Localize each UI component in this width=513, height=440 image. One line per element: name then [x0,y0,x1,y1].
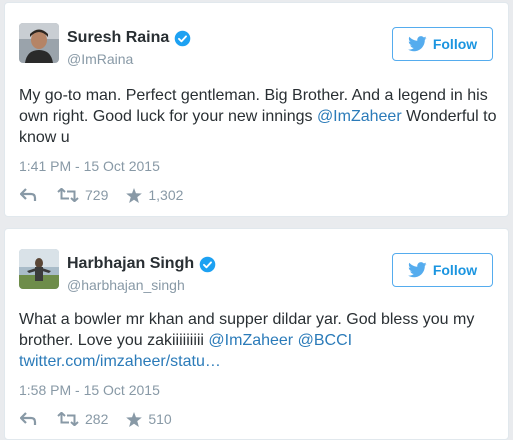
star-icon [126,187,143,203]
author-name[interactable]: Harbhajan Singh [67,255,194,273]
retweet-count: 729 [85,187,109,203]
tweet-timestamp[interactable]: 1:41 PM - 15 Oct 2015 [19,158,160,174]
mention-link[interactable]: @ImZaheer [208,332,293,349]
star-icon [126,411,143,427]
retweet-button[interactable]: 282 [57,411,108,427]
tweet-actions: 282 510 [20,411,172,427]
like-button[interactable]: 510 [126,411,172,427]
avatar[interactable] [19,249,59,289]
author-handle[interactable]: @harbhajan_singh [67,277,185,293]
follow-button[interactable]: Follow [392,253,493,287]
reply-button[interactable] [20,188,37,202]
twitter-bird-icon [407,36,427,52]
tweet-actions: 729 1,302 [20,187,183,203]
avatar[interactable] [19,23,59,63]
tweet-text: My go-to man. Perfect gentleman. Big Bro… [19,85,499,148]
twitter-bird-icon [407,262,427,278]
verified-badge-icon [199,256,216,272]
mention-link[interactable]: @BCCI [298,332,352,349]
author-name[interactable]: Suresh Raina [67,29,169,47]
retweet-icon [57,188,79,202]
mention-link[interactable]: @ImZaheer [317,108,402,125]
follow-label: Follow [432,36,478,52]
tweet-text: What a bowler mr khan and supper dildar … [19,309,499,372]
retweet-icon [57,412,79,426]
reply-icon [20,188,37,201]
like-count: 1,302 [148,187,184,203]
like-button[interactable]: 1,302 [126,187,183,203]
reply-button[interactable] [20,412,37,426]
verified-badge-icon [174,30,191,46]
follow-button[interactable]: Follow [392,27,493,61]
follow-label: Follow [432,262,478,278]
tweet-card: Suresh Raina @ImRaina Follow My go-to ma… [4,2,509,217]
tweet-timestamp[interactable]: 1:58 PM - 15 Oct 2015 [19,382,160,398]
retweet-button[interactable]: 729 [57,187,108,203]
author-handle[interactable]: @ImRaina [67,51,133,67]
retweet-count: 282 [85,411,109,427]
like-count: 510 [148,411,172,427]
url-link[interactable]: twitter.com/imzaheer/statu… [19,353,221,370]
tweet-card: Harbhajan Singh @harbhajan_singh Follow … [4,228,509,440]
reply-icon [20,412,37,425]
